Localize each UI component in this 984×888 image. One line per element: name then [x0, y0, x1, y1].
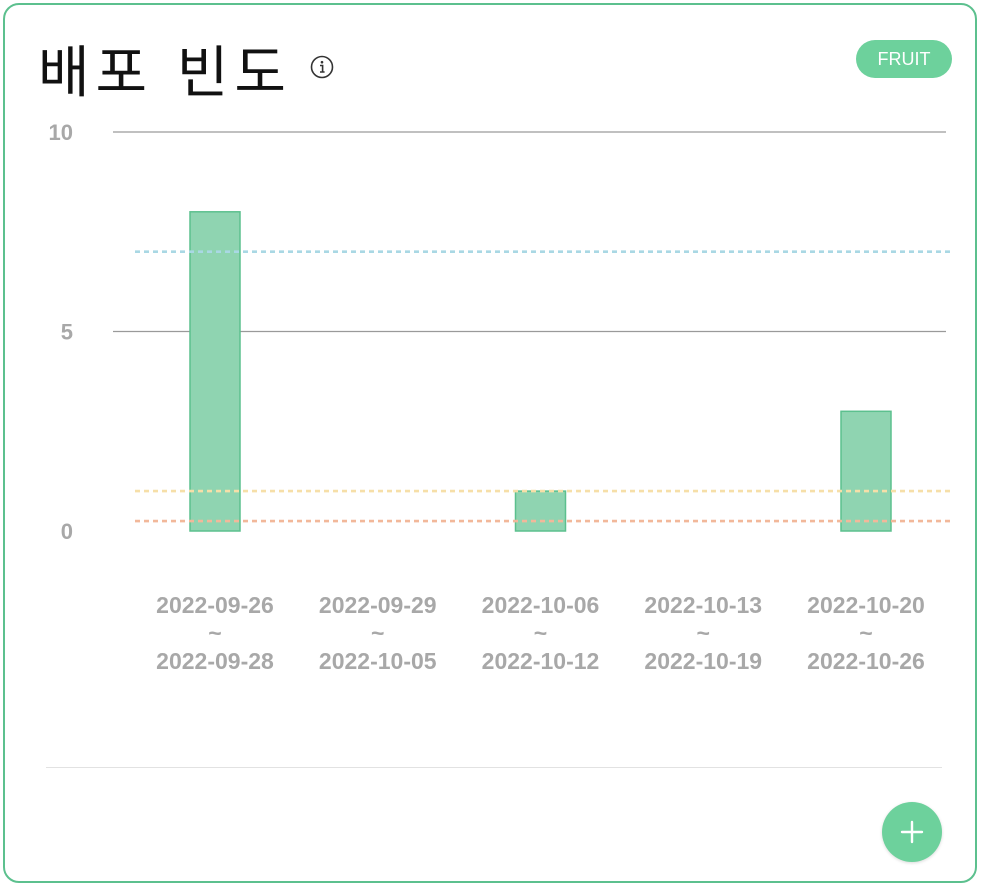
- y-tick-label: 0: [61, 519, 73, 544]
- chart-x-labels: 2022-09-26~2022-09-282022-09-29~2022-10-…: [156, 592, 925, 674]
- x-tick-label: 2022-10-12: [482, 648, 600, 674]
- x-tick-label: 2022-10-26: [807, 648, 925, 674]
- x-tick-label: ~: [208, 620, 221, 646]
- bar[interactable]: [189, 211, 241, 532]
- x-tick-label: ~: [859, 620, 872, 646]
- x-tick-label: 2022-10-05: [319, 648, 437, 674]
- x-tick-label: 2022-09-26: [156, 592, 274, 618]
- x-tick-label: ~: [534, 620, 547, 646]
- plus-icon: [900, 820, 924, 844]
- x-tick-label: ~: [371, 620, 384, 646]
- deployment-frequency-chart: 0510 2022-09-26~2022-09-282022-09-29~202…: [49, 120, 952, 674]
- chart-thresholds: [135, 250, 952, 523]
- footer-divider: [46, 767, 942, 768]
- y-tick-label: 5: [61, 320, 73, 345]
- x-tick-label: 2022-10-06: [482, 592, 600, 618]
- bar[interactable]: [840, 410, 892, 532]
- x-tick-label: 2022-10-20: [807, 592, 925, 618]
- deployment-frequency-card: 배포 빈도 FRUIT 0 5 10 2022-09-26 ~2022-09-28 20…: [3, 3, 977, 883]
- add-button[interactable]: [882, 802, 942, 862]
- bar[interactable]: [514, 490, 567, 532]
- x-tick-label: 2022-09-29: [319, 592, 437, 618]
- x-tick-label: 2022-10-19: [644, 648, 762, 674]
- x-tick-label: 2022-10-13: [644, 592, 762, 618]
- y-tick-label: 10: [49, 120, 73, 145]
- chart-y-ticks: 0 5 10: [49, 120, 73, 544]
- x-tick-label: ~: [697, 620, 710, 646]
- chart-bars: [189, 211, 892, 532]
- x-tick-label: 2022-09-28: [156, 648, 274, 674]
